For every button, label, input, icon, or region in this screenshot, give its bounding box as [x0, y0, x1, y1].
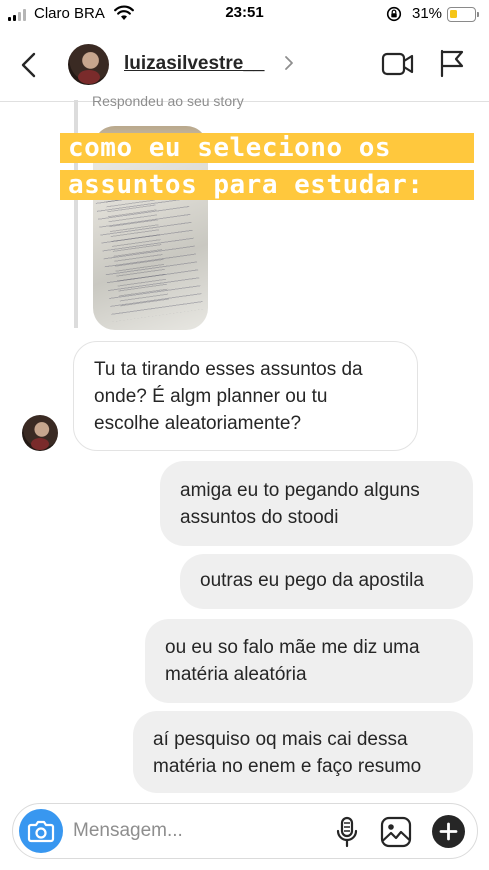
status-bar: Claro BRA 23:51 31%: [0, 0, 489, 30]
camera-button[interactable]: [19, 809, 63, 853]
message-line: onde? É algm planner ou tu: [94, 386, 328, 407]
back-chevron-icon[interactable]: [14, 50, 44, 80]
message-line: Tu ta tirando esses assuntos da: [94, 359, 363, 380]
message-line: matéria aleatória: [165, 664, 307, 685]
chat-header: luizasilvestre__: [0, 30, 489, 102]
camera-icon: [27, 820, 55, 843]
rotation-lock-icon: [386, 6, 402, 22]
avatar[interactable]: [68, 44, 109, 85]
message-bubble-outgoing[interactable]: outras eu pego da apostila: [180, 554, 473, 609]
gallery-icon[interactable]: [379, 815, 413, 849]
notebook-writing: [105, 191, 191, 311]
message-bubble-outgoing[interactable]: amiga eu to pegando alguns assuntos do s…: [160, 461, 473, 546]
plus-icon: [439, 822, 458, 841]
message-bubble-incoming[interactable]: Tu ta tirando esses assuntos da onde? É …: [73, 341, 418, 451]
battery-percent: 31%: [412, 5, 443, 22]
chevron-right-icon[interactable]: [283, 55, 295, 71]
story-caption-line-2: assuntos para estudar:: [60, 170, 474, 200]
battery-icon: [447, 7, 476, 22]
video-call-icon[interactable]: [381, 50, 415, 78]
plus-button[interactable]: [432, 815, 465, 848]
battery-nub: [477, 12, 479, 17]
message-composer: [12, 803, 478, 859]
microphone-icon[interactable]: [335, 815, 359, 849]
message-bubble-outgoing[interactable]: aí pesquiso oq mais cai dessa matéria no…: [133, 711, 473, 793]
message-line: aí pesquiso oq mais cai dessa: [153, 729, 408, 750]
message-input[interactable]: [73, 818, 323, 844]
message-line: assuntos do stoodi: [180, 507, 339, 528]
flag-icon[interactable]: [438, 48, 466, 78]
message-line: amiga eu to pegando alguns: [180, 480, 420, 501]
message-line: ou eu so falo mãe me diz uma: [165, 637, 420, 658]
message-bubble-outgoing[interactable]: ou eu so falo mãe me diz uma matéria ale…: [145, 619, 473, 703]
story-caption-line-1: como eu seleciono os: [60, 133, 474, 163]
message-line: matéria no enem e faço resumo: [153, 756, 422, 777]
sender-avatar[interactable]: [22, 415, 58, 451]
message-line: outras eu pego da apostila: [200, 570, 424, 591]
message-line: escolhe aleatoriamente?: [94, 413, 302, 434]
story-reply-label: Respondeu ao seu story: [92, 93, 244, 109]
username-link[interactable]: luizasilvestre__: [124, 53, 264, 75]
